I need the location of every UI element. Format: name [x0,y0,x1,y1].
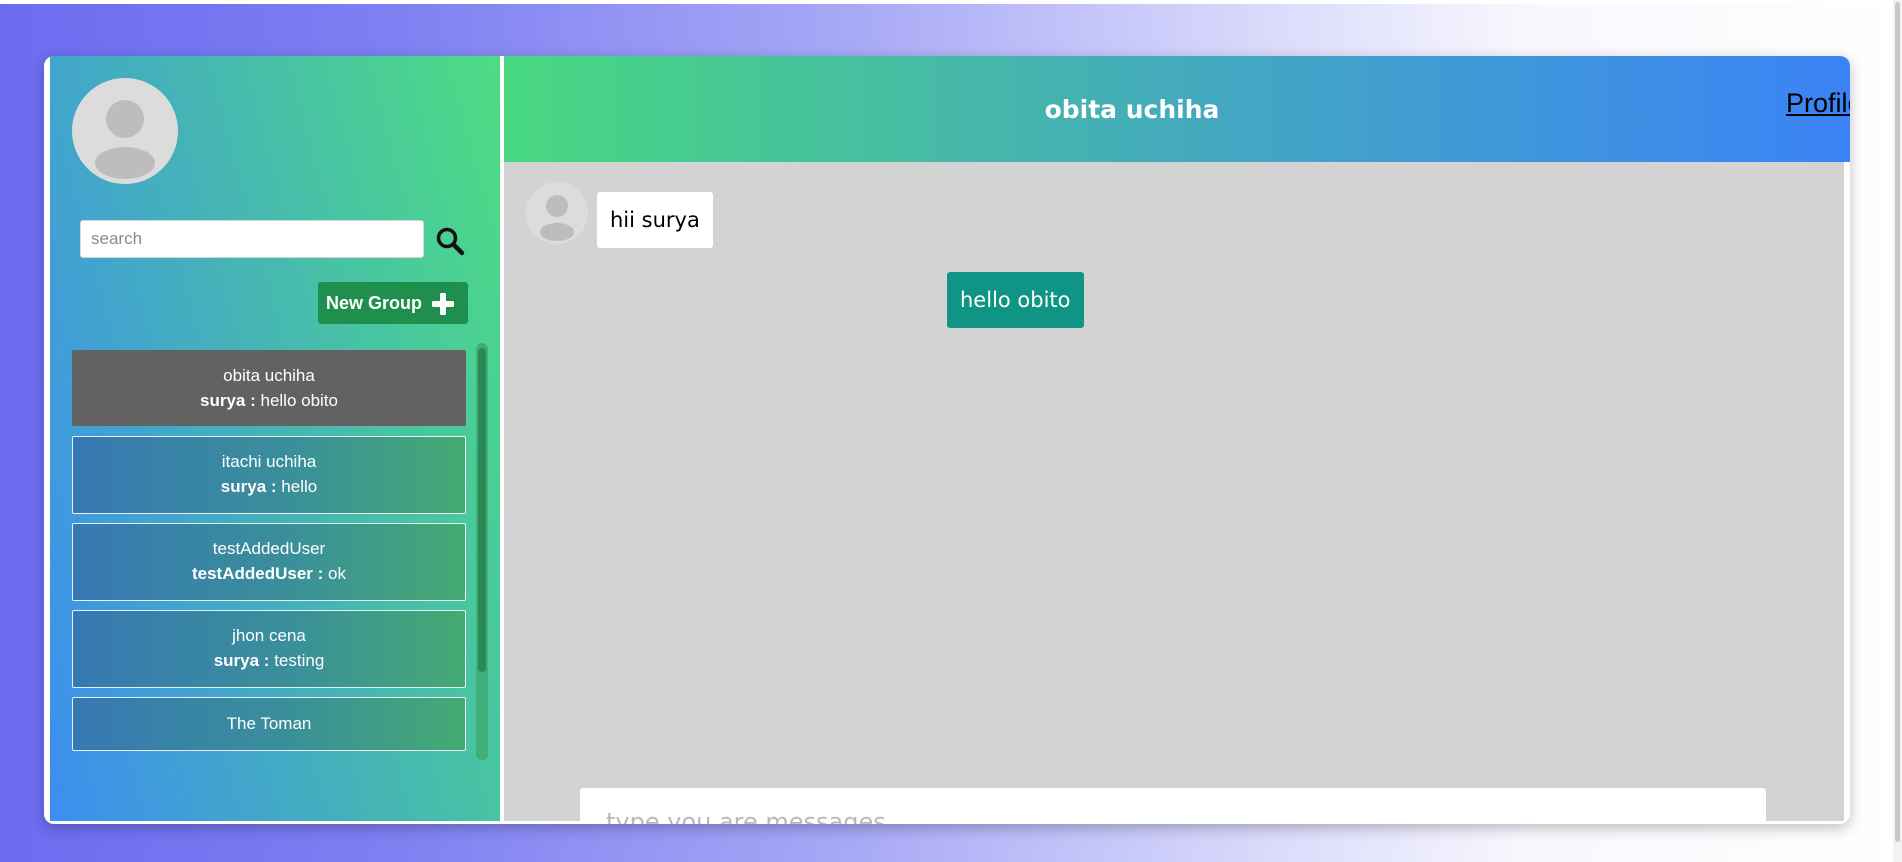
chat-item-preview: surya : testing [214,651,325,670]
incoming-message: hii surya [597,192,713,248]
chat-item-preview: testAddedUser : ok [192,564,346,583]
chat-header: obita uchiha Profile [504,56,1850,162]
chat-item-message: testing [274,651,325,670]
chat-app: New Group obita uchiha surya : hello obi… [44,56,1850,824]
avatar-icon [540,195,574,241]
chat-item-obita-uchiha[interactable]: obita uchiha surya : hello obito [72,350,466,426]
chat-item-name: obita uchiha [223,366,315,385]
chat-item-preview: surya : hello obito [200,391,338,410]
avatar-icon [95,100,155,179]
profile-link[interactable]: Profile [1786,88,1850,119]
chat-item-jhon-cena[interactable]: jhon cena surya : testing [72,610,466,688]
chat-item-name: The Toman [226,714,312,733]
chat-item-message: hello [281,477,318,496]
new-group-button[interactable]: New Group [318,282,468,324]
message-input[interactable] [580,788,1766,824]
search-input[interactable] [80,220,424,258]
chat-item-message: ok [328,564,346,583]
new-group-label: New Group [326,292,423,313]
chat-item-name: jhon cena [232,626,306,645]
chat-item-name: testAddedUser [212,539,326,558]
chat-item-name: itachi uchiha [221,452,317,471]
page-scrollbar-thumb[interactable] [1895,2,1900,842]
chat-item-itachi-uchiha[interactable]: itachi uchiha surya : hello [72,436,466,514]
user-avatar[interactable] [72,78,178,184]
chat-item-sender: surya : [200,391,256,410]
chat-item-testaddeduser[interactable]: testAddedUser testAddedUser : ok [72,523,466,601]
search-button[interactable] [435,226,465,256]
message-area: hii surya hello obito [504,162,1844,824]
search-icon [436,227,465,256]
sidebar: New Group obita uchiha surya : hello obi… [50,56,500,821]
chat-item-sender: testAddedUser : [191,564,324,583]
chat-item-sender: surya : [213,651,270,670]
chat-item-message: hello obito [260,391,338,410]
chat-list: obita uchiha surya : hello obito itachi … [72,350,466,760]
chat-item-sender: surya : [220,477,277,496]
plus-icon [432,293,454,315]
outgoing-message: hello obito [947,272,1084,328]
chat-title: obita uchiha [1044,94,1220,124]
message-avatar [526,182,588,244]
chat-item-the-toman[interactable]: The Toman [72,697,466,751]
chat-item-preview: surya : hello [221,477,317,496]
chat-list-scrollbar-thumb[interactable] [478,348,486,672]
